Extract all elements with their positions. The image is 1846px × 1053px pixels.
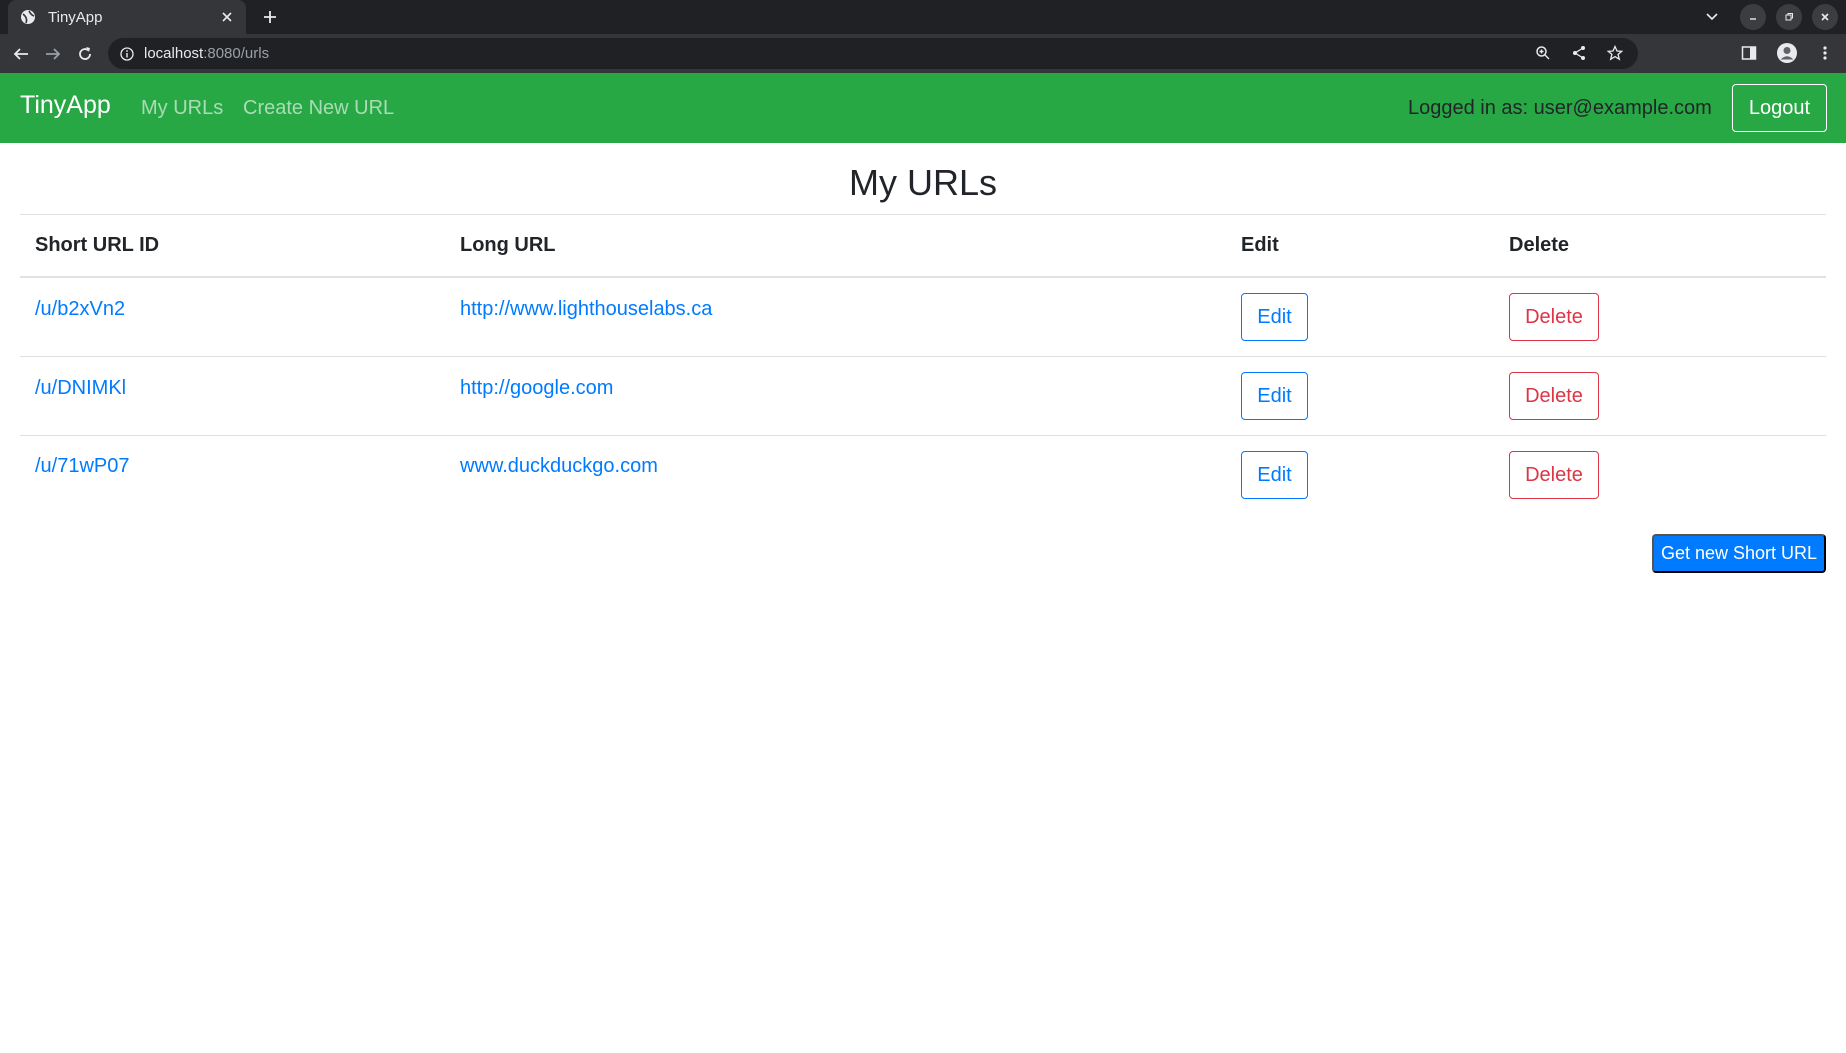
divider [20, 214, 1826, 215]
profile-avatar-icon[interactable] [1774, 40, 1800, 66]
delete-button[interactable]: Delete [1509, 451, 1599, 499]
bookmark-star-icon[interactable] [1604, 42, 1626, 64]
browser-tab-strip: TinyApp [0, 0, 1846, 34]
share-icon[interactable] [1568, 42, 1590, 64]
short-url-link[interactable]: /u/DNIMKl [35, 377, 126, 400]
column-header-edit: Edit [1241, 234, 1279, 256]
row-divider [20, 435, 1826, 436]
delete-button[interactable]: Delete [1509, 293, 1599, 341]
get-new-short-url-button[interactable]: Get new Short URL [1652, 534, 1826, 573]
tab-title: TinyApp [48, 8, 103, 26]
logout-button[interactable]: Logout [1732, 84, 1827, 132]
edit-button[interactable]: Edit [1241, 451, 1308, 499]
url-host: localhost [144, 45, 204, 62]
window-controls [1700, 4, 1838, 30]
page-title: My URLs [848, 162, 997, 203]
browser-toolbar: localhost:8080/urls [0, 34, 1846, 73]
row-divider [20, 356, 1826, 357]
minimize-icon[interactable] [1740, 4, 1766, 30]
long-url-link[interactable]: http://google.com [460, 377, 613, 400]
app-navbar: TinyApp My URLs Create New URL Logged in… [0, 73, 1846, 143]
side-panel-icon[interactable] [1736, 40, 1762, 66]
table-header-divider [20, 276, 1826, 278]
url-path: :8080/urls [203, 45, 270, 62]
chevron-down-icon[interactable] [1700, 5, 1724, 29]
edit-button[interactable]: Edit [1241, 293, 1308, 341]
browser-tab[interactable]: TinyApp [8, 0, 246, 34]
info-icon[interactable] [118, 45, 136, 63]
restore-icon[interactable] [1776, 4, 1802, 30]
short-url-link[interactable]: /u/b2xVn2 [35, 298, 125, 321]
forward-arrow-icon[interactable] [40, 41, 66, 67]
new-tab-icon[interactable] [258, 5, 282, 29]
url-text: localhost:8080/urls [144, 45, 269, 62]
zoom-icon[interactable] [1532, 42, 1554, 64]
nav-link-create-new-url[interactable]: Create New URL [243, 97, 394, 120]
delete-button[interactable]: Delete [1509, 372, 1599, 420]
back-arrow-icon[interactable] [8, 41, 34, 67]
nav-link-my-urls[interactable]: My URLs [141, 97, 223, 120]
short-url-link[interactable]: /u/71wP07 [35, 455, 130, 478]
column-header-delete: Delete [1509, 234, 1570, 256]
column-header-long-url: Long URL [460, 234, 556, 256]
brand-link[interactable]: TinyApp [20, 91, 111, 120]
close-window-icon[interactable] [1812, 4, 1838, 30]
globe-icon [20, 9, 36, 25]
reload-icon[interactable] [72, 41, 98, 67]
long-url-link[interactable]: www.duckduckgo.com [460, 455, 658, 478]
long-url-link[interactable]: http://www.lighthouselabs.ca [460, 298, 712, 321]
edit-button[interactable]: Edit [1241, 372, 1308, 420]
address-bar[interactable]: localhost:8080/urls [108, 38, 1638, 69]
menu-dots-icon[interactable] [1812, 40, 1838, 66]
column-header-short-url: Short URL ID [35, 234, 160, 256]
close-icon[interactable] [216, 6, 238, 28]
logged-in-text: Logged in as: user@example.com [1408, 97, 1712, 119]
